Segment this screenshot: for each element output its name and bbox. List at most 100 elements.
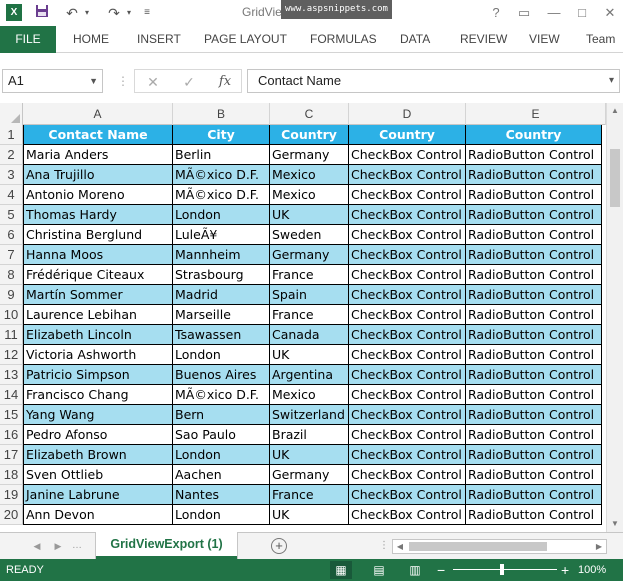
cell[interactable]: RadioButton Control	[466, 465, 602, 485]
row-header[interactable]: 17	[0, 445, 23, 465]
ribbon-display-options-icon[interactable]: ▭	[514, 3, 534, 23]
row-header[interactable]: 14	[0, 385, 23, 405]
cell[interactable]: Country	[466, 125, 602, 145]
cell[interactable]: RadioButton Control	[466, 225, 602, 245]
row-header[interactable]: 11	[0, 325, 23, 345]
cell[interactable]: Frédérique Citeaux	[23, 265, 173, 285]
cell[interactable]: RadioButton Control	[466, 185, 602, 205]
cell[interactable]: Ann Devon	[23, 505, 173, 525]
cell[interactable]: Mexico	[270, 385, 349, 405]
more-sheets-icon[interactable]: …	[70, 539, 84, 553]
page-break-preview-icon[interactable]: ▥	[404, 561, 426, 579]
cell[interactable]: CheckBox Control	[349, 485, 466, 505]
vertical-scrollbar[interactable]: ▲ ▼	[606, 103, 623, 532]
row-header[interactable]: 5	[0, 205, 23, 225]
formula-input[interactable]: Contact Name ▾	[247, 69, 620, 93]
tab-review[interactable]: REVIEW	[460, 26, 507, 53]
cell[interactable]: Laurence Lebihan	[23, 305, 173, 325]
close-icon[interactable]: ✕	[600, 3, 620, 23]
row-header[interactable]: 7	[0, 245, 23, 265]
tab-page-layout[interactable]: PAGE LAYOUT	[204, 26, 287, 53]
cell[interactable]: RadioButton Control	[466, 205, 602, 225]
row-header[interactable]: 1	[0, 125, 23, 145]
cell[interactable]: Germany	[270, 245, 349, 265]
cell[interactable]: RadioButton Control	[466, 505, 602, 525]
formula-bar-separator[interactable]: ⋮	[117, 73, 129, 89]
cell[interactable]: CheckBox Control	[349, 345, 466, 365]
cell[interactable]: MÃ©xico D.F.	[173, 185, 270, 205]
cell[interactable]: Pedro Afonso	[23, 425, 173, 445]
cell[interactable]: RadioButton Control	[466, 325, 602, 345]
tab-view[interactable]: VIEW	[529, 26, 560, 53]
cell[interactable]: Madrid	[173, 285, 270, 305]
cell[interactable]: France	[270, 265, 349, 285]
vertical-scroll-thumb[interactable]	[610, 149, 620, 207]
cell[interactable]: Victoria Ashworth	[23, 345, 173, 365]
tab-home[interactable]: HOME	[73, 26, 109, 53]
scroll-right-icon[interactable]: ▶	[592, 540, 606, 553]
name-box-dropdown-icon[interactable]: ▼	[89, 70, 98, 92]
zoom-slider-thumb[interactable]	[500, 564, 504, 575]
cell[interactable]: Germany	[270, 465, 349, 485]
cell[interactable]: RadioButton Control	[466, 425, 602, 445]
cell[interactable]: CheckBox Control	[349, 165, 466, 185]
cell[interactable]: Sweden	[270, 225, 349, 245]
cell[interactable]: CheckBox Control	[349, 145, 466, 165]
next-sheet-icon[interactable]: ▶	[51, 539, 65, 553]
cell[interactable]: RadioButton Control	[466, 145, 602, 165]
cell[interactable]: Maria Anders	[23, 145, 173, 165]
redo-dropdown-icon[interactable]: ▾	[124, 3, 134, 23]
cell[interactable]: RadioButton Control	[466, 365, 602, 385]
maximize-icon[interactable]: □	[572, 3, 592, 23]
tab-formulas[interactable]: FORMULAS	[310, 26, 377, 53]
row-header[interactable]: 6	[0, 225, 23, 245]
cell[interactable]: RadioButton Control	[466, 245, 602, 265]
row-header[interactable]: 20	[0, 505, 23, 525]
cell[interactable]: London	[173, 505, 270, 525]
row-header[interactable]: 10	[0, 305, 23, 325]
cell[interactable]: Ana Trujillo	[23, 165, 173, 185]
cell[interactable]: London	[173, 205, 270, 225]
cell[interactable]: Switzerland	[270, 405, 349, 425]
cell[interactable]: Christina Berglund	[23, 225, 173, 245]
tab-file[interactable]: FILE	[0, 26, 56, 53]
cell[interactable]: Antonio Moreno	[23, 185, 173, 205]
row-header[interactable]: 9	[0, 285, 23, 305]
cell[interactable]: Elizabeth Brown	[23, 445, 173, 465]
cell[interactable]: Martín Sommer	[23, 285, 173, 305]
select-all-button[interactable]	[0, 103, 23, 125]
cell[interactable]: Country	[270, 125, 349, 145]
scroll-down-icon[interactable]: ▼	[607, 516, 623, 532]
cell[interactable]: RadioButton Control	[466, 305, 602, 325]
scroll-up-icon[interactable]: ▲	[607, 103, 623, 119]
row-header[interactable]: 18	[0, 465, 23, 485]
minimize-icon[interactable]: —	[544, 3, 564, 23]
cell[interactable]: CheckBox Control	[349, 505, 466, 525]
cell[interactable]: RadioButton Control	[466, 485, 602, 505]
zoom-level[interactable]: 100%	[578, 559, 606, 581]
enter-icon[interactable]: ✓	[179, 72, 199, 92]
sheet-tab-gridviewexport[interactable]: GridViewExport (1)	[96, 532, 237, 559]
cell[interactable]: MÃ©xico D.F.	[173, 165, 270, 185]
row-header[interactable]: 2	[0, 145, 23, 165]
cell[interactable]: RadioButton Control	[466, 385, 602, 405]
cell[interactable]: Buenos Aires	[173, 365, 270, 385]
zoom-in-icon[interactable]: +	[561, 559, 569, 581]
row-header[interactable]: 16	[0, 425, 23, 445]
cell[interactable]: CheckBox Control	[349, 245, 466, 265]
cell[interactable]: Francisco Chang	[23, 385, 173, 405]
cell[interactable]: CheckBox Control	[349, 305, 466, 325]
cell[interactable]: Thomas Hardy	[23, 205, 173, 225]
cell[interactable]: CheckBox Control	[349, 445, 466, 465]
previous-sheet-icon[interactable]: ◀	[30, 539, 44, 553]
row-header[interactable]: 4	[0, 185, 23, 205]
cell[interactable]: Contact Name	[23, 125, 173, 145]
cancel-icon[interactable]: ✕	[143, 72, 163, 92]
cell[interactable]: RadioButton Control	[466, 285, 602, 305]
cell[interactable]: Nantes	[173, 485, 270, 505]
cell[interactable]: Bern	[173, 405, 270, 425]
column-header-d[interactable]: D	[349, 103, 466, 125]
cell[interactable]: CheckBox Control	[349, 465, 466, 485]
worksheet-grid[interactable]: A B C D E 1 Contact Name City Country Co…	[0, 103, 623, 532]
cell[interactable]: Aachen	[173, 465, 270, 485]
